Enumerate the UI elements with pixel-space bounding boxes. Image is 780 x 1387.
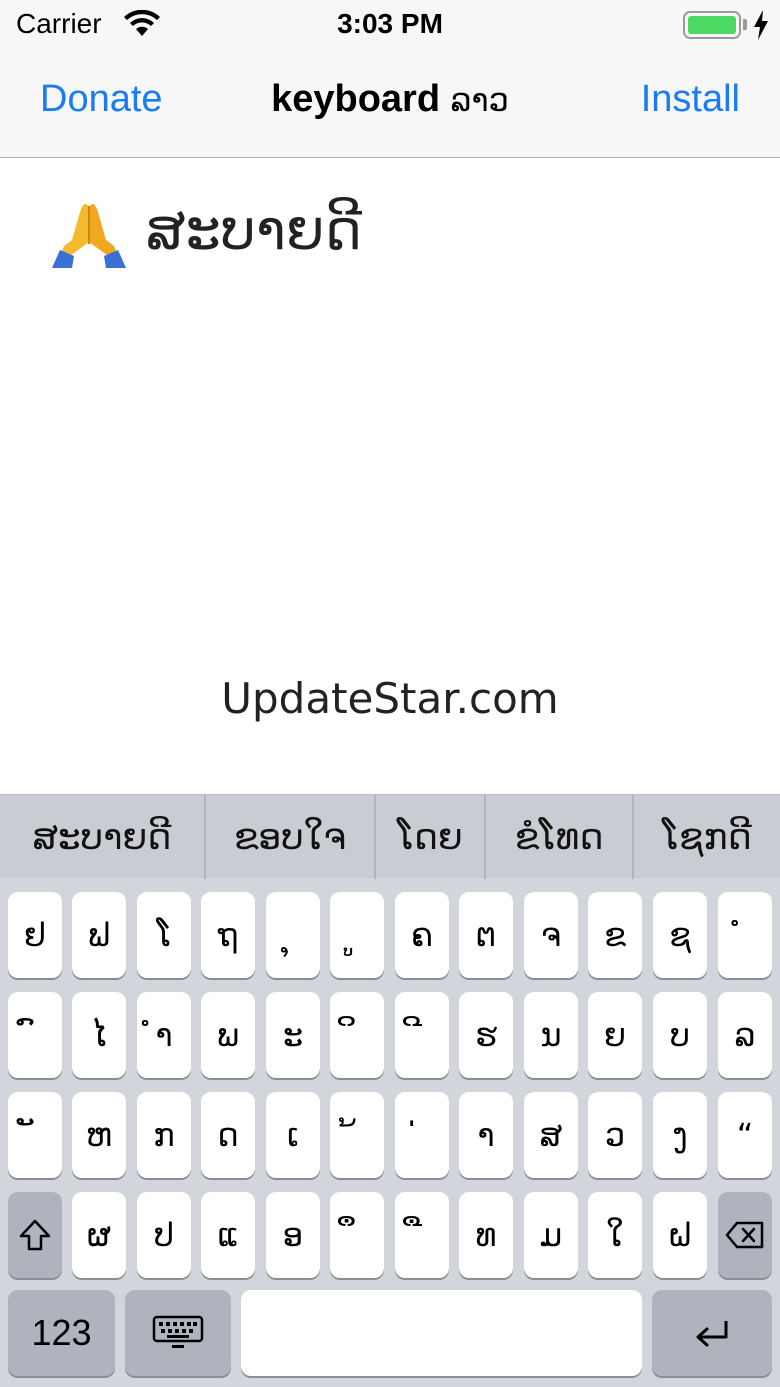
key[interactable]: ສ [524, 1092, 578, 1178]
key[interactable]: ທ [459, 1192, 513, 1278]
key[interactable]: ່ [395, 1092, 449, 1178]
suggestion-3[interactable]: ໂດຍ [376, 795, 486, 879]
shift-button[interactable] [8, 1192, 62, 1278]
praying-hands-icon [52, 204, 126, 268]
navigation-bar: Donate keyboard ລາວ Install [0, 52, 780, 158]
suggestion-bar: ສະບາຍດີ ຂອບໃຈ ໂດຍ ຂໍໂທດ ໂຊກດີ [0, 794, 780, 879]
status-bar: Carrier 3:03 PM [0, 0, 780, 52]
key[interactable]: ຄ [395, 892, 449, 978]
key[interactable]: ຸ [266, 892, 320, 978]
numbers-button[interactable]: 123 [8, 1290, 115, 1376]
key[interactable]: ຫ [72, 1092, 126, 1178]
key[interactable]: ປ [137, 1192, 191, 1278]
keyboard: ສະບາຍດີ ຂອບໃຈ ໂດຍ ຂໍໂທດ ໂຊກດີ ຢ ຟ ໂ ຖ ຸ … [0, 794, 780, 1387]
key[interactable]: ະ [266, 992, 320, 1078]
key[interactable]: “ [718, 1092, 772, 1178]
key[interactable]: ັ [8, 1092, 62, 1178]
key[interactable]: ອ [266, 1192, 320, 1278]
battery-icon [683, 11, 741, 39]
status-time: 3:03 PM [337, 8, 443, 39]
key[interactable]: ຶ [330, 1192, 384, 1278]
return-button[interactable] [652, 1290, 772, 1376]
key[interactable]: ຊ [653, 892, 707, 978]
text-input-area[interactable]: ສະບາຍດີ UpdateStar.com [0, 160, 780, 794]
key[interactable]: ຈ [524, 892, 578, 978]
key[interactable]: ິ [330, 992, 384, 1078]
key[interactable]: ຮ [459, 992, 513, 1078]
suggestion-2[interactable]: ຂອບໃຈ [206, 795, 376, 879]
key[interactable]: ຜ [72, 1192, 126, 1278]
key[interactable]: ຍ [588, 992, 642, 1078]
delete-button[interactable] [718, 1192, 772, 1278]
return-icon [696, 1321, 728, 1347]
key[interactable]: ໍ [718, 892, 772, 978]
key[interactable]: າ [459, 1092, 513, 1178]
key[interactable]: ມ [524, 1192, 578, 1278]
key-row-4: ຜ ປ ແ ອ ຶ ື ທ ມ ໃ ຝ [0, 1192, 780, 1278]
key[interactable]: ວ [588, 1092, 642, 1178]
key-row-2: ົ ໄ ຳ ພ ະ ິ ີ ຮ ນ ຍ ບ ລ [0, 992, 780, 1078]
watermark-text: UpdateStar.com [221, 674, 559, 723]
key[interactable]: ໃ [588, 1192, 642, 1278]
key-row-1: ຢ ຟ ໂ ຖ ຸ ູ ຄ ຕ ຈ ຂ ຊ ໍ [0, 892, 780, 978]
shift-icon [19, 1219, 51, 1251]
title-lao: ລາວ [450, 81, 509, 119]
typed-text: ສະບາຍດີ [146, 197, 362, 263]
key[interactable]: ຖ [201, 892, 255, 978]
install-button[interactable]: Install [641, 78, 740, 121]
key[interactable]: ພ [201, 992, 255, 1078]
key[interactable]: ບ [653, 992, 707, 1078]
key[interactable]: ງ [653, 1092, 707, 1178]
key[interactable]: ໂ [137, 892, 191, 978]
key[interactable]: ກ [137, 1092, 191, 1178]
key-row-5: 123 [0, 1290, 780, 1376]
key[interactable]: ແ [201, 1192, 255, 1278]
charging-bolt-icon [754, 10, 768, 40]
key[interactable]: ູ [330, 892, 384, 978]
key[interactable]: ໄ [72, 992, 126, 1078]
title-keyboard: keyboard [271, 78, 441, 120]
typed-line: ສະບາຍດີ [50, 190, 362, 270]
key[interactable]: ດ [201, 1092, 255, 1178]
suggestion-5[interactable]: ໂຊກດີ [634, 795, 780, 879]
key[interactable]: ນ [524, 992, 578, 1078]
key[interactable]: ້ [330, 1092, 384, 1178]
backspace-icon [725, 1221, 764, 1249]
key-row-3: ັ ຫ ກ ດ ເ ້ ່ າ ສ ວ ງ “ [0, 1092, 780, 1178]
key[interactable]: ຟ [72, 892, 126, 978]
key[interactable]: ີ [395, 992, 449, 1078]
key[interactable]: ຢ [8, 892, 62, 978]
key[interactable]: ື [395, 1192, 449, 1278]
keyboard-icon [152, 1315, 204, 1348]
key[interactable]: ຂ [588, 892, 642, 978]
key[interactable]: ຳ [137, 992, 191, 1078]
space-bar[interactable] [241, 1290, 642, 1376]
key[interactable]: ຕ [459, 892, 513, 978]
key[interactable]: ຝ [653, 1192, 707, 1278]
suggestion-1[interactable]: ສະບາຍດີ [0, 795, 206, 879]
key[interactable]: ລ [718, 992, 772, 1078]
key[interactable]: ົ [8, 992, 62, 1078]
keyboard-switch-button[interactable] [125, 1290, 231, 1376]
suggestion-4[interactable]: ຂໍໂທດ [486, 795, 634, 879]
key[interactable]: ເ [266, 1092, 320, 1178]
